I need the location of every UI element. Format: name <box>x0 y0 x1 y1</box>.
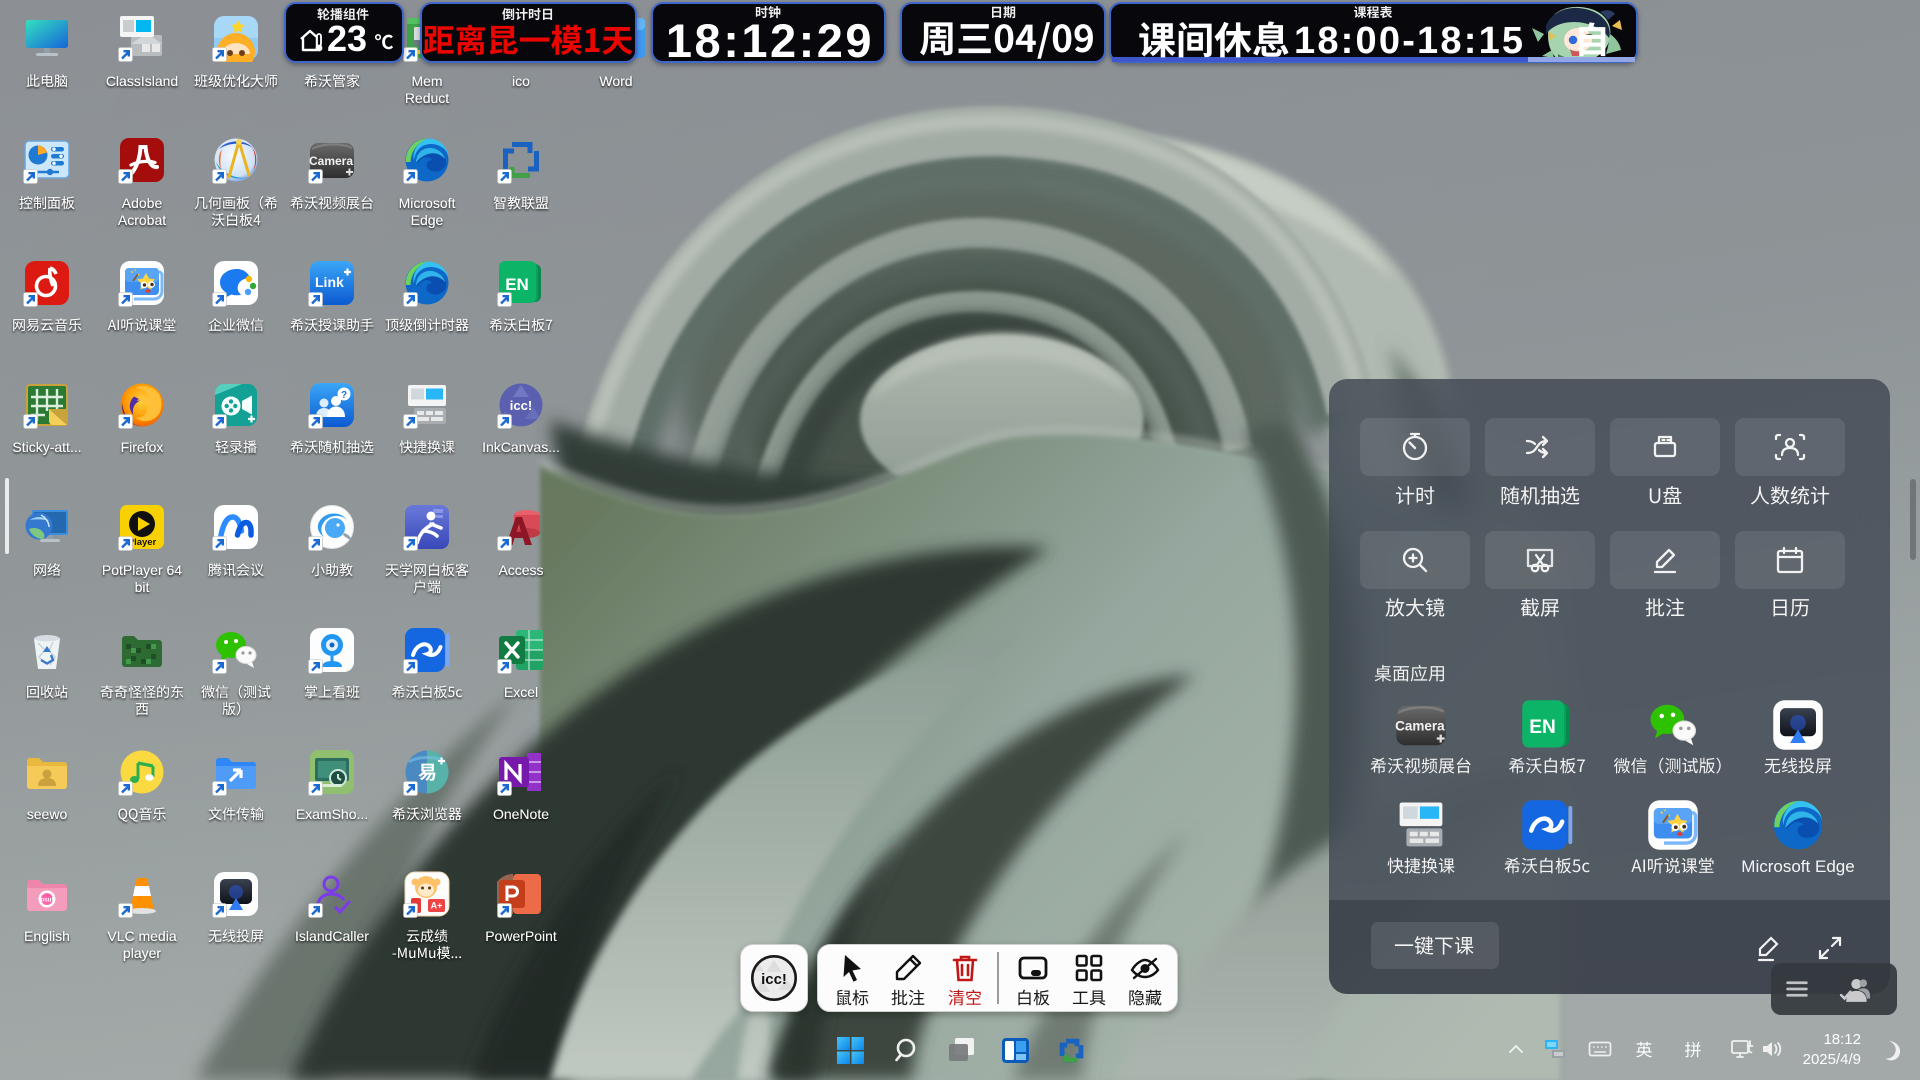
svg-text:Link: Link <box>315 274 344 290</box>
svg-text:EN: EN <box>1529 717 1556 738</box>
svg-text:icc!: icc! <box>510 398 532 413</box>
svg-text:icc!: icc! <box>761 971 787 988</box>
svg-text:Camera: Camera <box>309 154 353 168</box>
svg-text:EN: EN <box>505 275 529 294</box>
svg-text:osu!: osu! <box>41 898 54 904</box>
svg-text:?: ? <box>341 390 347 401</box>
svg-text:Camera: Camera <box>1395 719 1445 734</box>
svg-text:A+: A+ <box>431 901 443 911</box>
